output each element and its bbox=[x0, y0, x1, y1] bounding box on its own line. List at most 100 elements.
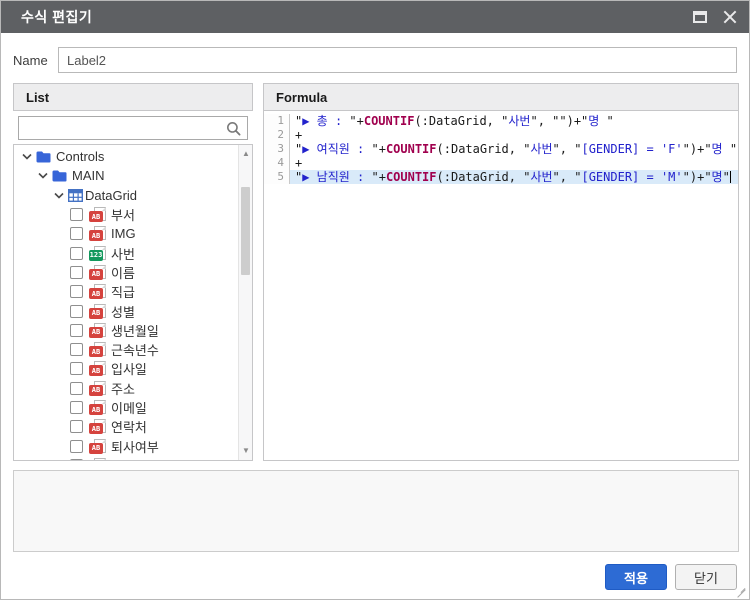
tree-item-이메일[interactable]: AB 이메일 bbox=[14, 398, 238, 417]
field-label: 연락처 bbox=[111, 417, 147, 436]
formula-panel-title: Formula bbox=[276, 90, 327, 105]
tree-item-근속년수[interactable]: AB 근속년수 bbox=[14, 340, 238, 359]
formula-panel-header: Formula bbox=[263, 83, 739, 111]
text-type-icon: AB bbox=[89, 443, 103, 454]
text-type-icon: AB bbox=[89, 269, 103, 280]
page-icon bbox=[94, 458, 106, 460]
field-type-icon: AB bbox=[89, 458, 106, 460]
field-type-icon: AB bbox=[89, 419, 106, 434]
checkbox[interactable] bbox=[70, 266, 83, 279]
field-label: 주소 bbox=[111, 379, 135, 398]
list-panel-title: List bbox=[26, 90, 49, 105]
text-caret bbox=[730, 171, 731, 183]
text-type-icon: AB bbox=[89, 211, 103, 222]
checkbox[interactable] bbox=[70, 440, 83, 453]
formula-editor[interactable]: 1"▶ 총 : "+COUNTIF(:DataGrid, "사번", "")+"… bbox=[263, 111, 739, 461]
footer: 적용 닫기 bbox=[1, 564, 737, 591]
window-buttons bbox=[693, 10, 737, 24]
checkbox[interactable] bbox=[70, 247, 83, 260]
tree-item-퇴사여부[interactable]: AB 퇴사여부 bbox=[14, 436, 238, 455]
search-input[interactable] bbox=[19, 117, 247, 139]
tree-item-Controls[interactable]: Controls bbox=[14, 147, 238, 166]
field-label: 이름 bbox=[111, 263, 135, 282]
list-panel: List ControlsMAINDataGridAB부서ABIMG123사번A… bbox=[13, 83, 253, 461]
tree-item-사번[interactable]: 123 사번 bbox=[14, 243, 238, 262]
close-button[interactable]: 닫기 bbox=[675, 564, 737, 590]
tree-scrollbar[interactable]: ▲ ▼ bbox=[238, 145, 252, 460]
field-label: 성별 bbox=[111, 302, 135, 321]
text-type-icon: AB bbox=[89, 423, 103, 434]
text-type-icon: AB bbox=[89, 327, 103, 338]
checkbox[interactable] bbox=[70, 459, 83, 460]
name-input[interactable] bbox=[58, 47, 737, 73]
description-panel bbox=[13, 470, 739, 552]
search-icon[interactable] bbox=[226, 121, 241, 136]
formula-line: 3"▶ 여직원 : "+COUNTIF(:DataGrid, "사번", "[G… bbox=[264, 142, 738, 156]
control-tree: ControlsMAINDataGridAB부서ABIMG123사번AB이름AB… bbox=[13, 144, 253, 461]
field-label: 이메일 bbox=[111, 398, 147, 417]
tree-item-생년월일[interactable]: AB생년월일 bbox=[14, 321, 238, 340]
apply-button[interactable]: 적용 bbox=[605, 564, 667, 590]
checkbox[interactable] bbox=[70, 208, 83, 221]
tree-item-비고[interactable]: AB 비고 bbox=[14, 456, 238, 460]
checkbox[interactable] bbox=[70, 401, 83, 414]
tree-item-MAIN[interactable]: MAIN bbox=[14, 166, 238, 185]
field-type-icon: AB bbox=[89, 361, 106, 376]
chevron-down-icon[interactable] bbox=[22, 153, 32, 160]
checkbox[interactable] bbox=[70, 285, 83, 298]
field-type-icon: AB bbox=[89, 226, 106, 241]
line-number: 4 bbox=[264, 156, 290, 170]
text-type-icon: AB bbox=[89, 230, 103, 241]
tree-item-DataGrid[interactable]: DataGrid bbox=[14, 186, 238, 205]
resize-grip-icon[interactable] bbox=[737, 587, 746, 596]
formula-panel: Formula 1"▶ 총 : "+COUNTIF(:DataGrid, "사번… bbox=[263, 83, 739, 461]
checkbox[interactable] bbox=[70, 343, 83, 356]
checkbox[interactable] bbox=[70, 362, 83, 375]
tree-item-성별[interactable]: AB 성별 bbox=[14, 301, 238, 320]
titlebar: 수식 편집기 bbox=[1, 1, 749, 33]
scrollbar-thumb[interactable] bbox=[241, 187, 250, 275]
text-type-icon: AB bbox=[89, 346, 103, 357]
checkbox[interactable] bbox=[70, 420, 83, 433]
field-type-icon: 123 bbox=[89, 246, 106, 261]
tree-item-이름[interactable]: AB 이름 bbox=[14, 263, 238, 282]
text-type-icon: AB bbox=[89, 365, 103, 376]
name-label: Name bbox=[13, 53, 48, 68]
scroll-down-icon[interactable]: ▼ bbox=[239, 444, 253, 458]
checkbox[interactable] bbox=[70, 324, 83, 337]
name-row: Name bbox=[13, 47, 737, 73]
tree-item-부서[interactable]: AB부서 bbox=[14, 205, 238, 224]
scroll-up-icon[interactable]: ▲ bbox=[239, 147, 253, 161]
checkbox[interactable] bbox=[70, 227, 83, 240]
tree-item-입사일[interactable]: AB입사일 bbox=[14, 359, 238, 378]
tree-item-IMG[interactable]: AB IMG bbox=[14, 224, 238, 243]
field-type-icon: AB bbox=[89, 284, 106, 299]
formula-line: 1"▶ 총 : "+COUNTIF(:DataGrid, "사번", "")+"… bbox=[264, 114, 738, 128]
formula-line: 4+ bbox=[264, 156, 738, 170]
tree-item-label: DataGrid bbox=[85, 188, 137, 203]
chevron-down-icon[interactable] bbox=[38, 172, 48, 179]
search-box bbox=[18, 116, 248, 140]
checkbox[interactable] bbox=[70, 305, 83, 318]
tree-item-연락처[interactable]: AB 연락처 bbox=[14, 417, 238, 436]
datagrid-icon bbox=[68, 189, 83, 202]
tree-item-주소[interactable]: AB주소 bbox=[14, 379, 238, 398]
field-label: 퇴사여부 bbox=[111, 437, 159, 456]
field-label: 근속년수 bbox=[111, 340, 159, 359]
field-type-icon: AB bbox=[89, 207, 106, 222]
checkbox[interactable] bbox=[70, 382, 83, 395]
field-label: IMG bbox=[111, 226, 136, 241]
text-type-icon: AB bbox=[89, 404, 103, 415]
dialog-title: 수식 편집기 bbox=[21, 7, 92, 27]
formula-editor-dialog: 수식 편집기 Name List Controls MAIN DataGrid AB부… bbox=[0, 0, 750, 600]
chevron-down-icon[interactable] bbox=[54, 192, 64, 199]
text-type-icon: AB bbox=[89, 308, 103, 319]
maximize-icon[interactable] bbox=[693, 11, 707, 23]
field-type-icon: AB bbox=[89, 265, 106, 280]
field-label: 사번 bbox=[111, 244, 135, 263]
tree-item-label: MAIN bbox=[72, 168, 105, 183]
line-number: 3 bbox=[264, 142, 290, 156]
close-icon[interactable] bbox=[723, 10, 737, 24]
field-label: 비고 bbox=[111, 456, 135, 460]
tree-item-직급[interactable]: AB직급 bbox=[14, 282, 238, 301]
